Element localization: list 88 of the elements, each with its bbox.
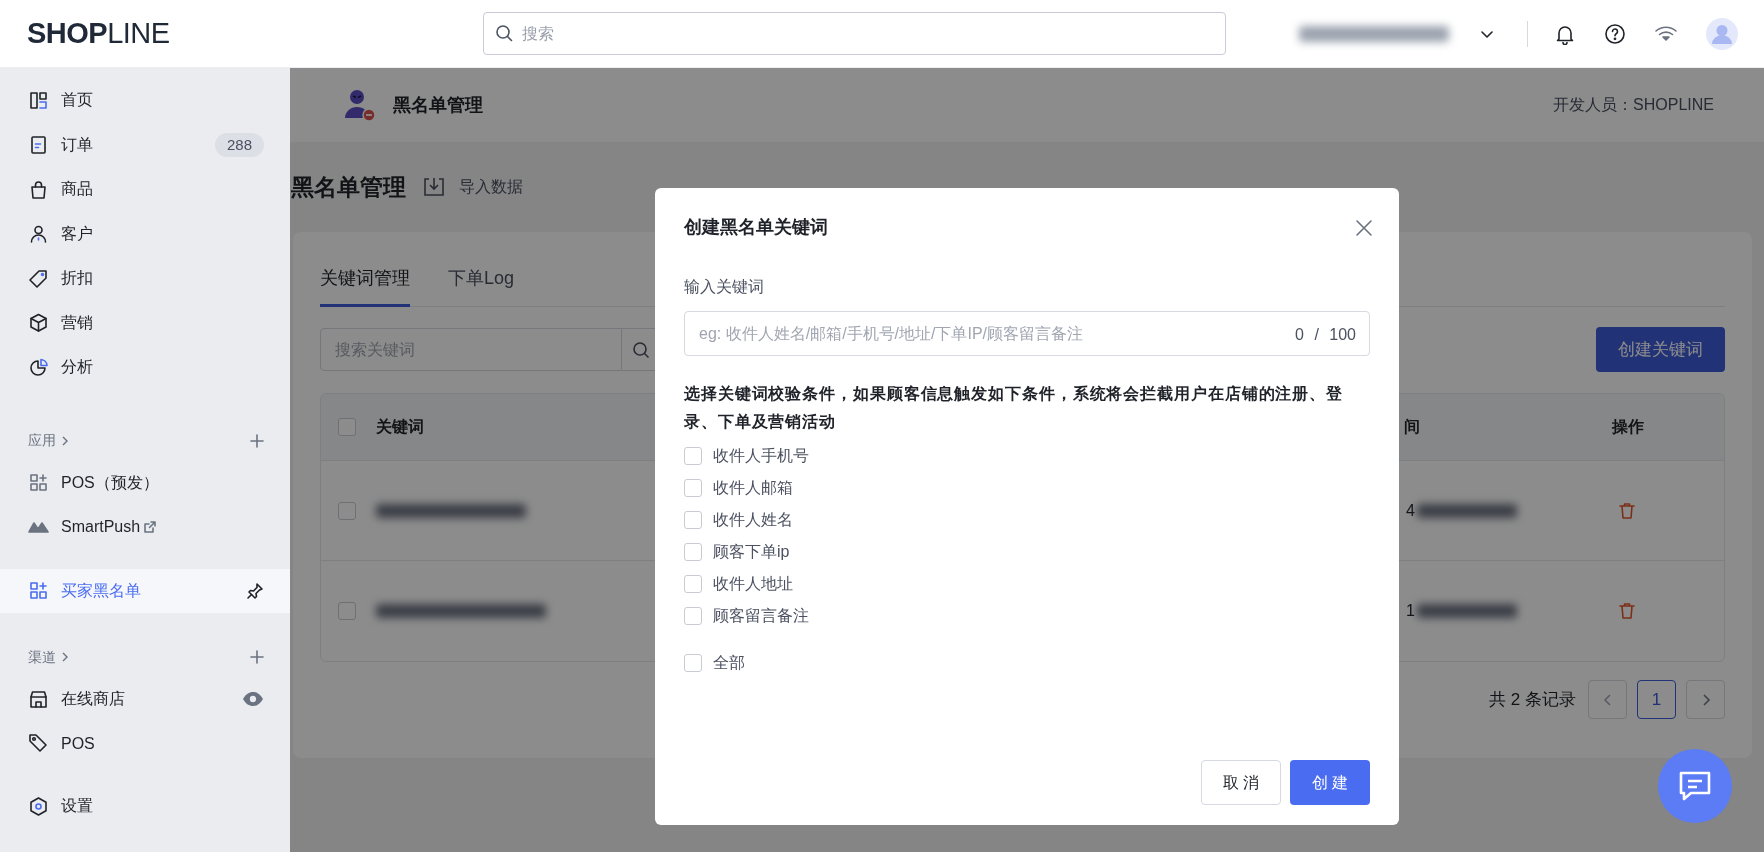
- count-badge: 288: [214, 132, 264, 157]
- search-field[interactable]: 搜索: [483, 12, 1226, 55]
- sidebar-item[interactable]: 折扣: [0, 256, 290, 301]
- download-icon: [423, 176, 445, 198]
- pin-icon[interactable]: [246, 581, 264, 600]
- blocked-user-icon: [342, 87, 378, 123]
- dashboard-icon: [28, 89, 49, 111]
- checkbox-label: 顾客留言备注: [713, 606, 809, 626]
- plus-icon[interactable]: [250, 650, 264, 664]
- close-icon[interactable]: [1355, 218, 1373, 237]
- instruction-text: 选择关键词校验条件，如果顾客信息触发如下条件，系统将会拦截用户在店铺的注册、登录、下单及营销活动: [684, 384, 1345, 432]
- hexagon-icon: [28, 795, 49, 817]
- checkbox[interactable]: [338, 602, 356, 620]
- create-button[interactable]: 创 建: [1290, 760, 1370, 805]
- checkbox[interactable]: [684, 607, 702, 625]
- sidebar-item[interactable]: 买家黑名单: [0, 568, 290, 613]
- chevron-right-icon: [62, 435, 68, 446]
- checkbox[interactable]: [684, 447, 702, 465]
- sidebar-item[interactable]: 在线商店: [0, 677, 290, 722]
- chevron-right-icon: [1700, 692, 1711, 707]
- sidebar-item[interactable]: POS（预发）: [0, 460, 290, 505]
- checkbox-label: 收件人邮箱: [713, 478, 793, 498]
- eye-icon[interactable]: [242, 691, 264, 708]
- wifi-icon[interactable]: [1654, 23, 1678, 44]
- sidebar-item[interactable]: 首页: [0, 78, 290, 123]
- tab[interactable]: 下单Log: [448, 252, 515, 307]
- storefront-icon: [28, 688, 49, 710]
- page-title: 黑名单管理: [291, 172, 406, 202]
- search-icon: [631, 340, 650, 359]
- sidebar-item[interactable]: 分析: [0, 345, 290, 390]
- chevron-right-icon: [62, 652, 68, 662]
- sidebar-item[interactable]: 营销: [0, 300, 290, 345]
- bag-icon: [28, 178, 49, 200]
- checkbox[interactable]: [684, 654, 702, 672]
- help-icon[interactable]: [1604, 22, 1626, 45]
- column-header: 操作: [1612, 417, 1644, 437]
- checkbox[interactable]: [684, 575, 702, 593]
- import-link[interactable]: 导入数据: [423, 175, 523, 199]
- section-link[interactable]: 应用: [28, 430, 68, 451]
- page-button[interactable]: 1: [1637, 680, 1676, 719]
- field-label: 输入关键词: [684, 277, 765, 297]
- trash-icon[interactable]: [1618, 602, 1636, 620]
- checkbox-label: 收件人手机号: [713, 446, 809, 466]
- tab[interactable]: 关键词管理: [320, 252, 410, 307]
- sidebar-item[interactable]: 客户: [0, 211, 290, 256]
- sidebar-item[interactable]: POS: [0, 721, 290, 766]
- trash-icon[interactable]: [1618, 501, 1636, 520]
- apps-icon: [28, 580, 49, 602]
- chat-icon: [1678, 770, 1712, 802]
- sidebar-item[interactable]: 设置: [0, 784, 290, 829]
- mountain-icon: [28, 521, 49, 534]
- section-link[interactable]: 渠道: [28, 646, 68, 668]
- checkbox-label: 全部: [713, 653, 745, 673]
- logo-text: SHOPLINE: [26, 15, 171, 51]
- checkbox-label: 收件人姓名: [713, 510, 793, 530]
- sidebar-item[interactable]: SmartPush: [0, 505, 290, 550]
- checkbox-label: 收件人地址: [713, 574, 793, 594]
- checkbox[interactable]: [684, 511, 702, 529]
- chevron-left-icon: [1602, 692, 1613, 707]
- character-counter: 0 / 100: [1295, 325, 1356, 345]
- column-header: 关键词: [376, 418, 424, 435]
- sidebar-item[interactable]: 订单 288: [0, 122, 290, 167]
- table-cell-text: 1: [1406, 601, 1415, 621]
- tag-icon: [28, 733, 49, 755]
- tag-icon: [28, 267, 49, 289]
- sidebar-item[interactable]: 商品: [0, 167, 290, 212]
- document-icon: [28, 134, 49, 156]
- developer-label: 开发人员：SHOPLINE: [1553, 95, 1714, 115]
- column-header: 间: [1404, 418, 1420, 435]
- create-button[interactable]: 创建关键词: [1596, 327, 1725, 372]
- plus-icon[interactable]: [250, 433, 264, 448]
- app-title: 黑名单管理: [393, 93, 483, 117]
- external-link-icon[interactable]: [143, 520, 158, 535]
- cube-icon: [28, 312, 49, 334]
- checkbox[interactable]: [338, 418, 356, 436]
- checkbox[interactable]: [684, 543, 702, 561]
- checkbox-label: 顾客下单ip: [713, 542, 790, 562]
- dialog-title: 创建黑名单关键词: [684, 216, 828, 239]
- checkbox[interactable]: [684, 479, 702, 497]
- avatar-icon[interactable]: [1706, 17, 1738, 50]
- table-cell-text: 4: [1406, 500, 1415, 521]
- person-icon: [28, 223, 49, 245]
- search-icon: [495, 24, 513, 42]
- cancel-button[interactable]: 取 消: [1201, 760, 1281, 805]
- pie-chart-icon: [28, 356, 49, 378]
- apps-icon: [28, 472, 49, 494]
- record-count: 共 2 条记录: [1489, 688, 1576, 711]
- checkbox[interactable]: [338, 501, 356, 520]
